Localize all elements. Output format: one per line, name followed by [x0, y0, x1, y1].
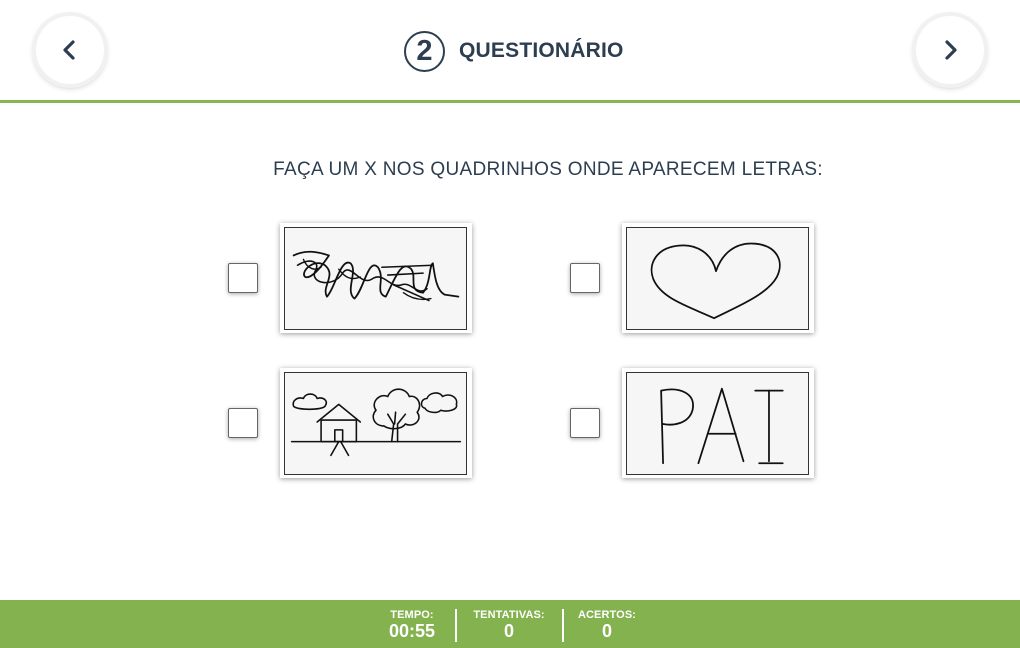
footer-status-bar: TEMPO: 00:55 TENTATIVAS: 0 ACERTOS: 0 [0, 600, 1020, 648]
time-stat: TEMPO: 00:55 [385, 609, 439, 642]
option-checkbox-scribble[interactable] [228, 263, 258, 293]
word-image [626, 372, 809, 475]
hits-value: 0 [601, 621, 612, 641]
heart-image [626, 227, 809, 330]
option-card-heart[interactable] [622, 223, 814, 333]
scribble-image [284, 227, 467, 330]
attempts-value: 0 [503, 621, 514, 641]
option-checkbox-heart[interactable] [570, 263, 600, 293]
time-label: TEMPO: [390, 609, 434, 621]
chevron-left-icon [63, 40, 75, 60]
option-card-landscape[interactable] [280, 368, 472, 478]
title-text: QUESTIONÁRIO [459, 39, 624, 62]
hits-stat: ACERTOS: 0 [576, 609, 638, 642]
header: 2 QUESTIONÁRIO [0, 0, 1020, 103]
option-checkbox-word[interactable] [570, 408, 600, 438]
footer-divider [562, 609, 564, 642]
chevron-right-icon [945, 40, 957, 60]
next-button[interactable] [916, 16, 984, 84]
time-value: 00:55 [388, 621, 436, 641]
footer-divider [455, 609, 457, 642]
step-number-badge: 2 [404, 30, 445, 72]
previous-button[interactable] [36, 16, 104, 84]
house-tree-clouds-drawing [290, 388, 462, 457]
heart-drawing [650, 242, 781, 320]
scribble-drawing [292, 250, 460, 302]
hits-label: ACERTOS: [577, 609, 637, 621]
landscape-image [284, 372, 467, 475]
instruction-text: FAÇA UM X NOS QUADRINHOS ONDE APARECEM L… [273, 159, 823, 180]
page: 2 QUESTIONÁRIO FAÇA UM X NOS QUADRINHOS … [0, 0, 1020, 648]
page-title: 2 QUESTIONÁRIO [404, 29, 624, 73]
attempts-stat: TENTATIVAS: 0 [470, 609, 548, 642]
option-card-scribble[interactable] [280, 223, 472, 333]
option-checkbox-landscape[interactable] [228, 408, 258, 438]
attempts-label: TENTATIVAS: [473, 609, 545, 621]
handwritten-word [660, 387, 784, 465]
option-card-word[interactable] [622, 368, 814, 478]
